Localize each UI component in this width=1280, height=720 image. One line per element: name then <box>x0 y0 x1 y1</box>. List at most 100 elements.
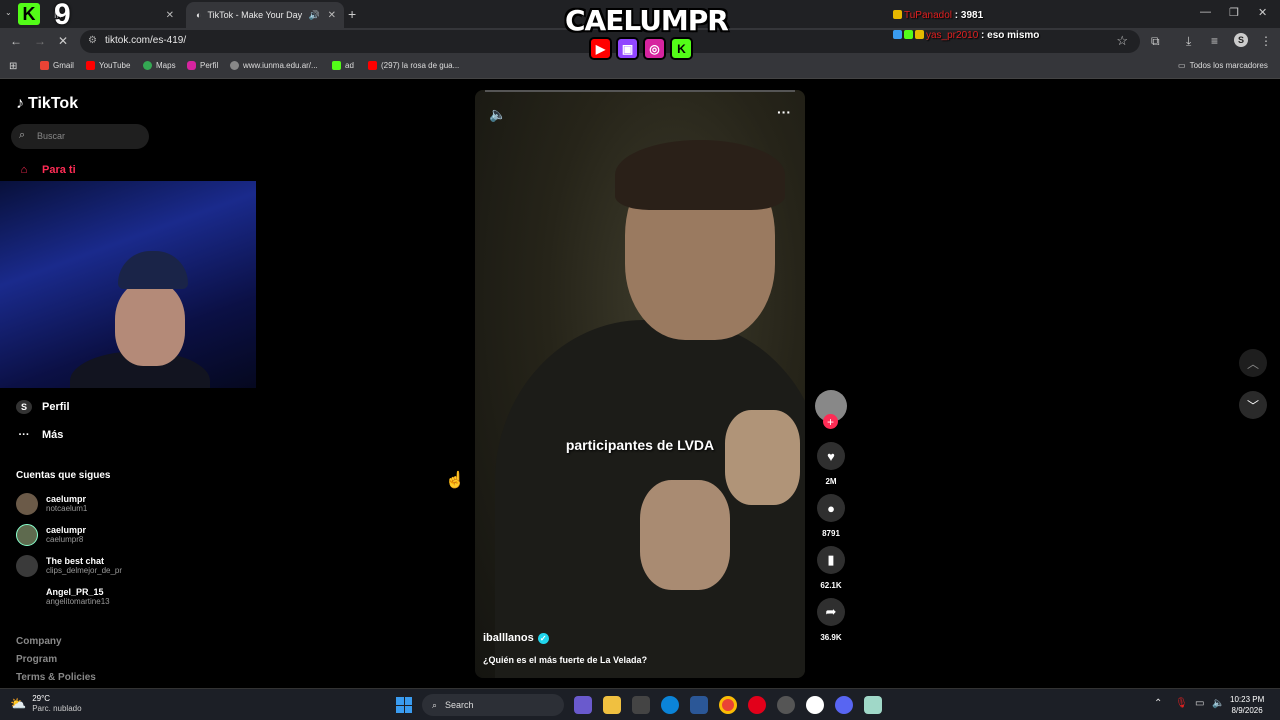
following-account[interactable]: Angel_PR_15 angelitomartine13 <box>16 586 110 608</box>
video-subject-fist <box>725 410 800 505</box>
bookmark-youtube[interactable]: YouTube <box>86 61 130 70</box>
bookmark-maps[interactable]: Maps <box>143 61 176 70</box>
nav-for-you[interactable]: ⌂ Para ti <box>16 164 76 176</box>
restore-icon[interactable]: ❐ <box>1229 6 1239 19</box>
forward-icon[interactable]: → <box>34 34 46 48</box>
tab-tiktok[interactable]: ◐ TikTok - Make Your Day 🔊 ✕ <box>186 2 344 28</box>
next-video-button[interactable]: ﹀ <box>1239 391 1267 419</box>
chrome-icon[interactable] <box>719 696 737 714</box>
volume-icon[interactable]: 🔈 <box>489 106 506 123</box>
search-icon: ⌕ <box>432 699 438 710</box>
store-icon[interactable] <box>632 696 650 714</box>
all-bookmarks[interactable]: ▭ Todos los marcadores <box>1178 61 1268 70</box>
bookmark-perfil[interactable]: Perfil <box>187 61 218 70</box>
minimize-icon[interactable]: — <box>1200 6 1211 18</box>
extensions-icon[interactable]: ⧉ <box>1151 34 1160 49</box>
tab-search-icon[interactable]: ⌄ <box>5 8 12 17</box>
bookmark-label: ad <box>345 61 354 70</box>
profile-avatar-icon[interactable]: S <box>1234 33 1248 47</box>
outlook-icon[interactable] <box>690 696 708 714</box>
apps-grid-icon[interactable]: ⊞ <box>9 61 17 72</box>
chat-message: yas_pr2010 : eso mismo <box>893 30 1039 41</box>
back-icon[interactable]: ← <box>10 34 22 48</box>
new-tab-icon[interactable]: + <box>348 6 356 22</box>
stop-loading-icon[interactable]: ✕ <box>58 34 68 48</box>
nav-more[interactable]: ··· Más <box>16 429 64 441</box>
account-name: The best chat <box>46 556 105 566</box>
account-name: caelumpr <box>46 525 87 535</box>
start-button[interactable] <box>396 697 412 713</box>
taskbar-search[interactable]: ⌕ Search <box>422 694 564 716</box>
following-account[interactable]: caelumpr caelumpr8 <box>16 524 86 546</box>
avatar <box>16 586 38 608</box>
tray-chevron-up-icon[interactable]: ⌃ <box>1154 698 1162 709</box>
edge-icon[interactable] <box>661 696 679 714</box>
tab-inactive[interactable]: In ✕ <box>22 2 182 28</box>
notepad-icon[interactable] <box>864 696 882 714</box>
chat-text: 3981 <box>960 10 984 21</box>
video-author[interactable]: iballlanos ✓ <box>483 632 549 644</box>
like-button[interactable]: ♥ 2M <box>813 442 849 486</box>
video-player[interactable]: 🔈 ··· participantes de LVDA iballlanos ✓… <box>475 90 805 678</box>
following-account[interactable]: The best chat clips_delmejor_de_pr <box>16 555 122 577</box>
account-handle: caelumpr8 <box>46 535 84 544</box>
avatar <box>16 555 38 577</box>
comment-button[interactable]: ● 8791 <box>813 494 849 538</box>
bookmark-gmail[interactable]: Gmail <box>40 61 74 70</box>
network-icon[interactable]: ▭ <box>1195 698 1204 709</box>
avatar <box>16 493 38 515</box>
footer-link-company[interactable]: Company <box>16 636 62 647</box>
share-button[interactable]: ➦ 36.9K <box>813 598 849 642</box>
obs-icon[interactable] <box>806 696 824 714</box>
comment-count: 8791 <box>822 529 840 538</box>
clock[interactable]: 10:23 PM 8/9/2026 <box>1230 694 1264 716</box>
speaker-icon[interactable]: 🔊 <box>309 10 320 21</box>
bookmark-ad[interactable]: ad <box>332 61 354 70</box>
site-info-icon[interactable]: ⚙ <box>88 35 97 46</box>
nav-profile[interactable]: S Perfil <box>16 400 70 414</box>
bookmark-iunma[interactable]: www.iunma.edu.ar/... <box>230 61 318 70</box>
downloads-icon[interactable]: ⤓ <box>1186 34 1191 49</box>
opera-icon[interactable] <box>748 696 766 714</box>
previous-video-button[interactable]: ︿ <box>1239 349 1267 377</box>
video-subject-fist <box>640 480 730 590</box>
close-window-icon[interactable]: ✕ <box>1258 6 1267 19</box>
media-control-icon[interactable]: ≡ <box>1211 34 1218 48</box>
following-title: Cuentas que sigues <box>16 470 111 481</box>
bookmark-youtube-video[interactable]: (297) la rosa de gua... <box>368 61 459 70</box>
following-account[interactable]: caelumpr notcaelum1 <box>16 493 87 515</box>
search-input[interactable]: ⌕ Buscar <box>11 124 149 149</box>
clock-time: 10:23 PM <box>1230 695 1265 704</box>
verified-icon: ✓ <box>537 632 549 644</box>
volume-icon[interactable]: 🔈 <box>1212 698 1224 709</box>
bookmark-label: (297) la rosa de gua... <box>381 61 460 70</box>
weather-widget[interactable]: ⛅ 29°C Parc. nublado <box>10 694 82 714</box>
comment-icon: ● <box>817 494 845 522</box>
close-tab-icon[interactable]: ✕ <box>166 10 174 21</box>
menu-kebab-icon[interactable]: ⋮ <box>1260 34 1272 48</box>
footer-link-terms[interactable]: Terms & Policies <box>16 672 96 683</box>
author-name: iballlanos <box>483 632 534 644</box>
chat-username: yas_pr2010 <box>926 30 979 41</box>
channel-name: CAELUMPR <box>565 4 729 37</box>
save-button[interactable]: ▮ 62.1K <box>813 546 849 590</box>
copilot-icon[interactable] <box>574 696 592 714</box>
tiktok-logo[interactable]: ♪ TikTok <box>16 95 78 113</box>
bookmark-star-icon[interactable]: ☆ <box>1116 33 1128 49</box>
more-options-icon[interactable]: ··· <box>777 104 791 120</box>
url-text[interactable]: tiktok.com/es-419/ <box>105 35 186 46</box>
microphone-icon[interactable]: 🎙 <box>1175 698 1188 709</box>
temperature: 29°C <box>32 694 51 703</box>
follow-plus-icon[interactable]: + <box>823 414 838 429</box>
steam-icon[interactable] <box>777 696 795 714</box>
close-tab-icon[interactable]: ✕ <box>328 10 336 21</box>
search-placeholder: Buscar <box>37 131 66 141</box>
bookmark-label: www.iunma.edu.ar/... <box>243 61 318 70</box>
video-description: ¿Quién es el más fuerte de La Velada? <box>483 655 648 665</box>
file-explorer-icon[interactable] <box>603 696 621 714</box>
video-progress-bar[interactable] <box>485 90 795 92</box>
gmail-icon <box>40 61 49 70</box>
share-count: 36.9K <box>820 633 842 642</box>
footer-link-program[interactable]: Program <box>16 654 57 665</box>
discord-icon[interactable] <box>835 696 853 714</box>
